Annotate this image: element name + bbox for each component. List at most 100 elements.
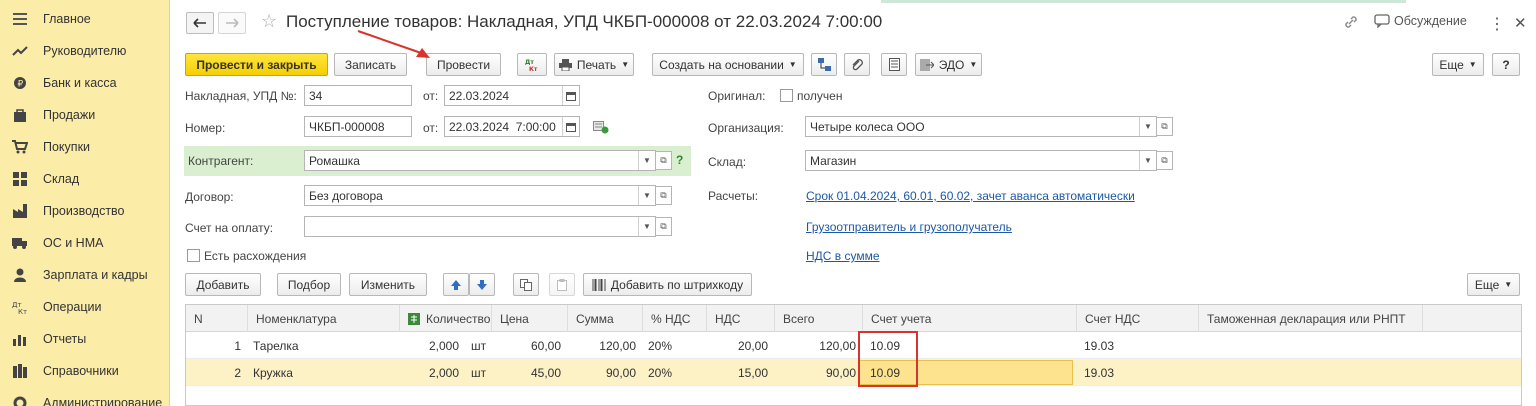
cell-vat-account[interactable]: 19.03: [1076, 359, 1198, 386]
contract-field[interactable]: Без договора ▼: [304, 185, 656, 206]
settlements-link[interactable]: Срок 01.04.2024, 60.01, 60.02, зачет ава…: [806, 189, 1135, 203]
dt-kt-button[interactable]: Дт Кт: [517, 53, 547, 76]
person-icon: [12, 267, 28, 283]
col-n[interactable]: N: [186, 305, 247, 332]
dt-kt-icon: ДтКт: [12, 299, 28, 315]
chevron-down-icon[interactable]: ▼: [638, 217, 655, 236]
sidebar-item-reports[interactable]: Отчеты: [0, 323, 170, 355]
vat-link[interactable]: НДС в сумме: [806, 249, 880, 263]
organization-field[interactable]: Четыре колеса ООО ▼: [805, 116, 1157, 137]
sidebar-item-operations[interactable]: Дт Кт Операции: [0, 291, 170, 323]
open-icon[interactable]: ⧉: [655, 217, 672, 236]
favorite-star-icon[interactable]: ☆: [261, 11, 277, 32]
sidebar-item-bank[interactable]: ₽ Банк и касса: [0, 67, 170, 99]
help-button[interactable]: ?: [1492, 53, 1520, 76]
edit-button[interactable]: Изменить: [349, 273, 427, 296]
move-up-button[interactable]: [443, 273, 469, 296]
arrow-right-icon: [226, 18, 239, 28]
sidebar-item-warehouse[interactable]: Склад: [0, 163, 170, 195]
numbering-settings-icon[interactable]: [593, 120, 609, 134]
chevron-down-icon: ▼: [1504, 280, 1513, 289]
payment-account-label: Счет на оплату:: [185, 221, 274, 235]
sidebar-item-label: Администрирование: [43, 396, 163, 406]
sidebar-item-label: Производство: [43, 204, 125, 218]
open-icon[interactable]: ⧉: [655, 151, 672, 170]
col-account[interactable]: Счет учета: [862, 305, 1076, 332]
document-button[interactable]: [881, 53, 907, 76]
document-icon: [888, 58, 900, 71]
link-icon[interactable]: [1343, 14, 1359, 30]
edo-button[interactable]: ЭДО ▼: [915, 53, 982, 76]
shipper-link[interactable]: Грузоотправитель и грузополучатель: [806, 220, 1012, 234]
col-total[interactable]: Всего: [774, 305, 862, 332]
sidebar-item-salary[interactable]: Зарплата и кадры: [0, 259, 170, 291]
sidebar-item-production[interactable]: Производство: [0, 195, 170, 227]
pick-button[interactable]: Подбор: [277, 273, 341, 296]
paste-button[interactable]: [549, 273, 575, 296]
sidebar-item-manager[interactable]: Руководителю: [0, 35, 170, 67]
table-row-selected[interactable]: 2 Кружка 2,000 шт 45,00 90,00 20% 15,00 …: [186, 359, 1521, 386]
original-received-checkbox[interactable]: [780, 89, 793, 102]
close-icon[interactable]: ✕: [1514, 14, 1527, 32]
annotation-arrow: [357, 30, 430, 58]
goods-table: N Номенклатура Количество Цена Сумма % Н…: [185, 304, 1522, 406]
counterparty-label: Контрагент:: [188, 154, 254, 168]
more-vertical-icon[interactable]: ⋮: [1489, 14, 1505, 34]
open-icon[interactable]: ⧉: [655, 186, 672, 205]
col-vat[interactable]: НДС: [706, 305, 774, 332]
warehouse-field[interactable]: Магазин ▼: [805, 150, 1157, 171]
sidebar-item-references[interactable]: Справочники: [0, 355, 170, 387]
post-button[interactable]: Провести: [426, 53, 501, 76]
col-nomenclature[interactable]: Номенклатура: [247, 305, 399, 332]
help-mark[interactable]: ?: [676, 153, 683, 167]
sidebar-item-sales[interactable]: Продажи: [0, 99, 170, 131]
invoice-number-field[interactable]: 34: [304, 85, 412, 106]
col-vat-account[interactable]: Счет НДС: [1076, 305, 1198, 332]
sidebar-item-main[interactable]: Главное: [0, 3, 170, 35]
discussion-label: Обсуждение: [1394, 14, 1467, 28]
attach-button[interactable]: [844, 53, 870, 76]
col-price[interactable]: Цена: [491, 305, 567, 332]
chevron-down-icon: ▼: [1468, 60, 1477, 69]
chevron-down-icon[interactable]: ▼: [638, 151, 655, 170]
sidebar-item-purchases[interactable]: Покупки: [0, 131, 170, 163]
table-more-button[interactable]: Еще ▼: [1467, 273, 1520, 296]
discrepancy-checkbox[interactable]: [187, 249, 200, 262]
counterparty-field[interactable]: Ромашка ▼: [304, 150, 656, 171]
cell-total: 120,00: [819, 338, 856, 353]
create-based-on-button[interactable]: Создать на основании ▼: [652, 53, 804, 76]
chevron-down-icon[interactable]: ▼: [1139, 151, 1156, 170]
col-customs[interactable]: Таможенная декларация или РНПТ: [1198, 305, 1422, 332]
sidebar-item-assets[interactable]: ОС и НМА: [0, 227, 170, 259]
payment-account-field[interactable]: ▼: [304, 216, 656, 237]
structure-button[interactable]: [811, 53, 837, 76]
original-received-label: получен: [797, 89, 843, 103]
back-button[interactable]: [186, 12, 214, 34]
open-icon[interactable]: ⧉: [1156, 151, 1173, 170]
col-quantity[interactable]: Количество: [399, 305, 491, 332]
discussion-button[interactable]: Обсуждение: [1374, 14, 1467, 28]
col-sum[interactable]: Сумма: [567, 305, 642, 332]
add-row-button[interactable]: Добавить: [185, 273, 261, 296]
add-by-barcode-button[interactable]: Добавить по штрихкоду: [583, 273, 752, 296]
calendar-icon[interactable]: [562, 117, 579, 136]
number-field[interactable]: ЧКБП-000008: [304, 116, 412, 137]
original-label: Оригинал:: [708, 89, 766, 103]
post-and-close-button[interactable]: Провести и закрыть: [185, 53, 328, 76]
cell-vat-account[interactable]: 19.03: [1076, 332, 1198, 359]
more-button[interactable]: Еще ▼: [1432, 53, 1484, 76]
open-icon[interactable]: ⧉: [1156, 117, 1173, 136]
chevron-down-icon[interactable]: ▼: [1139, 117, 1156, 136]
sidebar-item-admin[interactable]: Администрирование: [0, 387, 170, 406]
chevron-down-icon[interactable]: ▼: [638, 186, 655, 205]
copy-row-button[interactable]: [513, 273, 539, 296]
top-accent-line: [881, 0, 1406, 3]
table-row[interactable]: 1 Тарелка 2,000 шт 60,00 120,00 20% 20,0…: [186, 332, 1521, 359]
invoice-date-field[interactable]: 22.03.2024: [444, 85, 580, 106]
calendar-icon[interactable]: [562, 86, 579, 105]
print-button[interactable]: Печать ▼: [554, 53, 634, 76]
forward-button[interactable]: [218, 12, 246, 34]
move-down-button[interactable]: [469, 273, 495, 296]
number-date-field[interactable]: 22.03.2024 7:00:00: [444, 116, 580, 137]
col-vat-rate[interactable]: % НДС: [642, 305, 706, 332]
